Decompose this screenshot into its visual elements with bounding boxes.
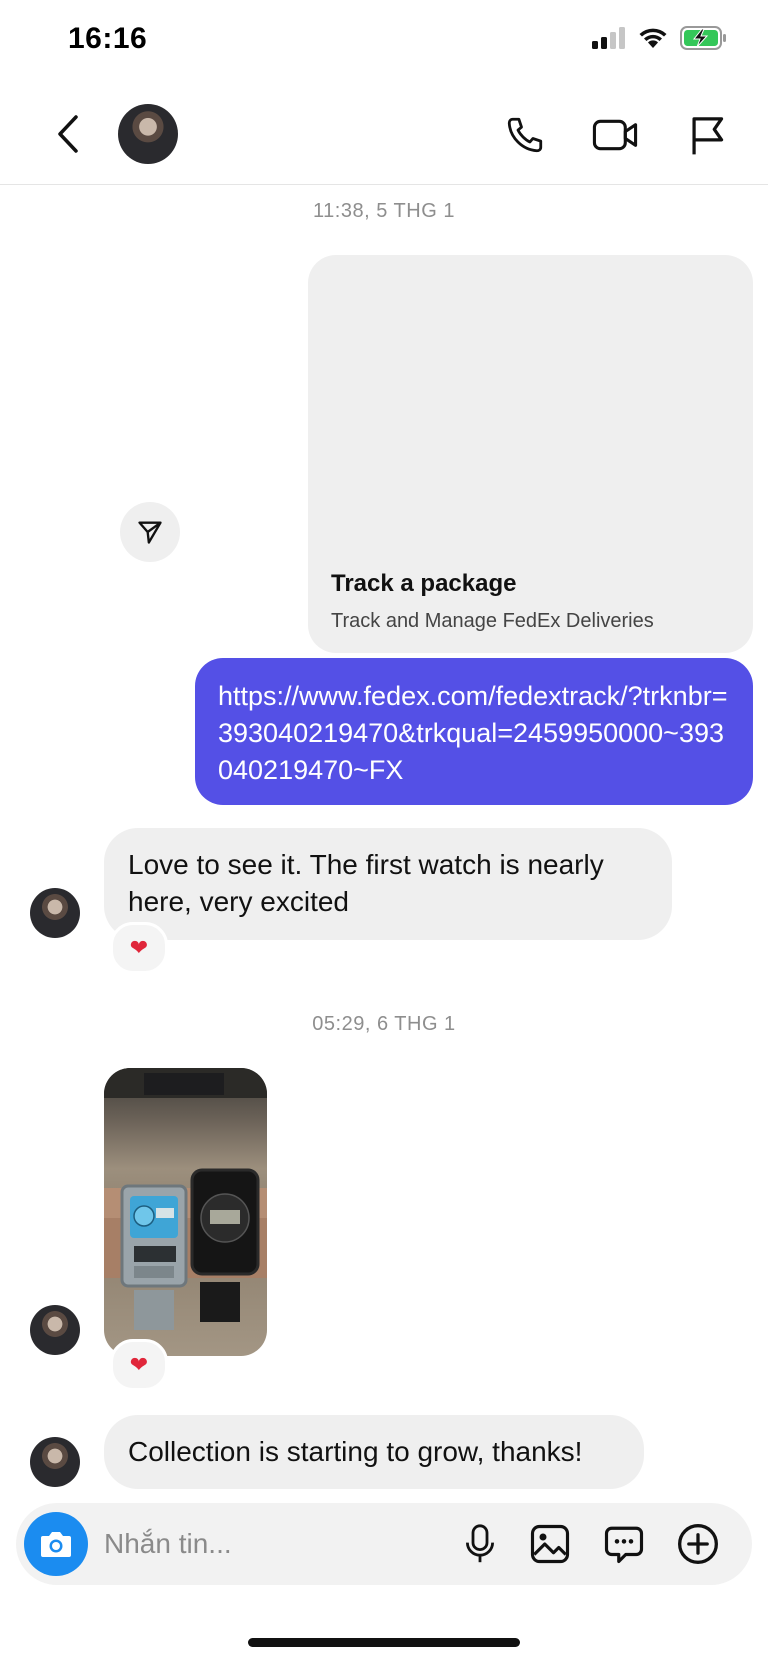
sent-message-link[interactable]: https://www.fedex.com/fedextrack/?trknbr… — [195, 658, 753, 805]
chevron-left-icon — [58, 115, 78, 153]
voice-call-button[interactable] — [500, 110, 550, 160]
image-icon — [530, 1524, 570, 1564]
wifi-icon — [639, 28, 667, 48]
send-icon — [138, 521, 162, 544]
link-preview-subtitle: Track and Manage FedEx Deliveries — [331, 610, 654, 632]
sender-avatar[interactable] — [30, 888, 80, 938]
report-button[interactable] — [682, 110, 732, 160]
message-composer — [16, 1503, 752, 1585]
contact-avatar[interactable] — [118, 104, 178, 164]
microphone-icon — [466, 1524, 494, 1563]
home-indicator[interactable] — [248, 1638, 520, 1647]
video-call-button[interactable] — [590, 110, 640, 160]
sticker-button[interactable] — [600, 1520, 648, 1568]
chat-bubble-icon — [604, 1526, 644, 1564]
status-time: 16:16 — [68, 22, 148, 55]
received-message[interactable]: Love to see it. The first watch is nearl… — [104, 828, 672, 940]
link-preview-title: Track a package — [331, 570, 517, 597]
watch-photo — [104, 1068, 267, 1330]
photo-message[interactable] — [104, 1068, 267, 1356]
heart-icon: ❤ — [129, 935, 149, 960]
flag-icon — [692, 117, 724, 155]
voice-message-button[interactable] — [456, 1520, 504, 1568]
received-message[interactable]: Collection is starting to grow, thanks! — [104, 1415, 644, 1489]
add-button[interactable] — [674, 1520, 722, 1568]
camera-icon — [41, 1532, 71, 1557]
timestamp: 11:38, 5 THG 1 — [313, 200, 455, 222]
sender-avatar[interactable] — [30, 1305, 80, 1355]
battery-charging-icon — [680, 26, 726, 50]
heart-reaction[interactable]: ❤ — [110, 922, 168, 974]
chat-header — [0, 88, 768, 185]
back-button[interactable] — [48, 108, 88, 160]
camera-button[interactable] — [24, 1512, 88, 1576]
share-button[interactable] — [120, 502, 180, 562]
phone-icon — [507, 117, 543, 153]
timestamp: 05:29, 6 THG 1 — [312, 1013, 456, 1035]
video-icon — [592, 119, 638, 151]
sender-avatar[interactable] — [30, 1437, 80, 1487]
signal-icon — [592, 27, 625, 49]
link-preview-card[interactable]: Track a package Track and Manage FedEx D… — [308, 255, 753, 653]
message-input[interactable] — [104, 1523, 404, 1565]
heart-reaction[interactable]: ❤ — [110, 1339, 168, 1391]
status-icons — [592, 26, 728, 50]
gallery-button[interactable] — [526, 1520, 574, 1568]
plus-circle-icon — [678, 1524, 718, 1564]
heart-icon: ❤ — [129, 1352, 149, 1377]
